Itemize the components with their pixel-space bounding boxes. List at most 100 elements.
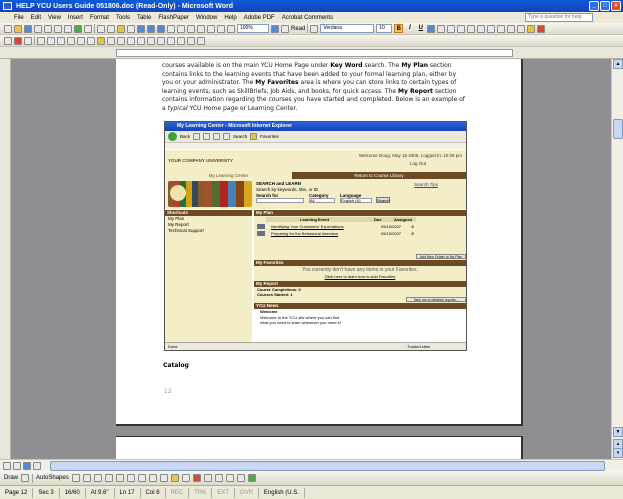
columns-icon[interactable] xyxy=(197,24,205,33)
undo-icon[interactable] xyxy=(137,24,145,33)
picture-icon[interactable] xyxy=(159,474,168,482)
size-select[interactable]: 10 xyxy=(376,24,393,33)
sort-asc-icon[interactable] xyxy=(177,36,185,45)
arrow-icon[interactable] xyxy=(82,474,91,482)
new-document-icon[interactable] xyxy=(4,24,12,33)
clipart-icon[interactable] xyxy=(148,474,157,482)
print-icon[interactable] xyxy=(54,24,62,33)
zoom-select[interactable]: 100% xyxy=(237,24,269,33)
menu-acrobat-comments[interactable]: Acrobat Comments xyxy=(282,15,333,21)
line-style-icon[interactable] xyxy=(57,36,65,45)
horizontal-ruler[interactable] xyxy=(0,47,623,59)
email-icon[interactable] xyxy=(44,24,52,33)
vertical-scroll-thumb[interactable] xyxy=(613,119,623,139)
arrow-style-icon[interactable] xyxy=(225,474,234,482)
fill-color-icon[interactable] xyxy=(170,474,179,482)
permission-icon[interactable] xyxy=(34,24,42,33)
eraser-icon[interactable] xyxy=(47,36,55,45)
status-mode-trk[interactable]: TRK xyxy=(189,487,213,498)
italic-button[interactable]: I xyxy=(405,24,414,33)
help-icon[interactable] xyxy=(271,24,279,33)
rectangle-icon[interactable] xyxy=(93,474,102,482)
autosum-icon[interactable] xyxy=(197,36,205,45)
center-icon[interactable] xyxy=(437,24,446,33)
flashpaper-icon[interactable] xyxy=(97,36,105,45)
draw-menu[interactable]: Draw xyxy=(4,475,18,481)
menu-insert[interactable]: Insert xyxy=(68,15,83,21)
border-color-icon[interactable] xyxy=(77,36,85,45)
distribute-cols-icon[interactable] xyxy=(147,36,155,45)
document-map-icon[interactable] xyxy=(217,24,225,33)
autoshapes-menu[interactable]: AutoShapes xyxy=(36,475,69,481)
line-weight-icon[interactable] xyxy=(67,36,75,45)
3d-icon[interactable] xyxy=(247,474,256,482)
menu-format[interactable]: Format xyxy=(90,15,109,21)
distribute-rows-icon[interactable] xyxy=(137,36,145,45)
align-cells-icon[interactable] xyxy=(127,36,135,45)
numbering-icon[interactable] xyxy=(477,24,486,33)
diagram-icon[interactable] xyxy=(137,474,146,482)
show-hide-icon[interactable] xyxy=(227,24,235,33)
menu-file[interactable]: File xyxy=(14,15,24,21)
status-mode-ovr[interactable]: OVR xyxy=(235,487,259,498)
increase-indent-icon[interactable] xyxy=(507,24,516,33)
sort-desc-icon[interactable] xyxy=(187,36,195,45)
ask-question-input[interactable]: Type a question for help xyxy=(525,13,593,22)
print-layout-icon[interactable] xyxy=(23,462,31,470)
wordart-icon[interactable] xyxy=(126,474,135,482)
read-icon[interactable] xyxy=(281,24,289,33)
font-color-draw-icon[interactable] xyxy=(192,474,201,482)
excel-icon[interactable] xyxy=(187,24,195,33)
bullets-icon[interactable] xyxy=(487,24,496,33)
spelling-icon[interactable] xyxy=(74,24,82,33)
menu-view[interactable]: View xyxy=(48,15,61,21)
font-select[interactable]: Verdana xyxy=(320,24,375,33)
open-folder-icon[interactable] xyxy=(14,24,22,33)
next-page-button[interactable]: ▾ xyxy=(613,448,623,458)
align-right-icon[interactable] xyxy=(447,24,456,33)
menu-table[interactable]: Table xyxy=(137,15,151,21)
shadow-icon[interactable] xyxy=(236,474,245,482)
scroll-down-arrow[interactable]: ▼ xyxy=(613,427,623,437)
status-mode-ext[interactable]: EXT xyxy=(212,487,235,498)
split-cells-icon[interactable] xyxy=(117,36,125,45)
decrease-indent-icon[interactable] xyxy=(497,24,506,33)
line-color-icon[interactable] xyxy=(181,474,190,482)
merge-cells-icon[interactable] xyxy=(107,36,115,45)
autoformat-icon[interactable] xyxy=(157,36,165,45)
close-button[interactable]: × xyxy=(611,1,621,11)
outline-view-icon[interactable] xyxy=(33,462,41,470)
catalog-heading[interactable]: Catalog xyxy=(163,362,189,369)
maximize-button[interactable]: □ xyxy=(600,1,610,11)
pdf-email-icon[interactable] xyxy=(24,36,32,45)
horizontal-scrollbar[interactable] xyxy=(0,459,623,471)
menu-adobe-pdf[interactable]: Adobe PDF xyxy=(244,15,275,21)
insert-table-icon[interactable] xyxy=(177,24,185,33)
bold-button[interactable]: B xyxy=(394,24,404,33)
save-icon[interactable] xyxy=(24,24,32,33)
normal-view-icon[interactable] xyxy=(3,462,11,470)
menu-window[interactable]: Window xyxy=(196,15,217,21)
font-color-icon[interactable] xyxy=(537,24,546,33)
paste-icon[interactable] xyxy=(117,24,125,33)
horizontal-scroll-thumb[interactable] xyxy=(50,461,605,471)
cut-icon[interactable] xyxy=(97,24,105,33)
menu-help[interactable]: Help xyxy=(224,15,236,21)
web-view-icon[interactable] xyxy=(13,462,21,470)
status-mode-rec[interactable]: REC xyxy=(166,487,190,498)
pdf-icon[interactable] xyxy=(4,36,12,45)
oval-icon[interactable] xyxy=(104,474,113,482)
highlight-icon[interactable] xyxy=(527,24,536,33)
body-paragraph[interactable]: courses available is on the main YCU Hom… xyxy=(162,62,467,114)
shading-icon[interactable] xyxy=(87,36,95,45)
read-button[interactable]: Read xyxy=(291,26,305,32)
vertical-ruler[interactable] xyxy=(0,59,11,459)
menu-edit[interactable]: Edit xyxy=(31,15,41,21)
tables-icon[interactable] xyxy=(167,24,175,33)
line-icon[interactable] xyxy=(71,474,80,482)
textbox-icon[interactable] xyxy=(115,474,124,482)
text-direction-icon[interactable] xyxy=(167,36,175,45)
menu-tools[interactable]: Tools xyxy=(116,15,130,21)
redo-icon[interactable] xyxy=(147,24,155,33)
justify-icon[interactable] xyxy=(457,24,466,33)
